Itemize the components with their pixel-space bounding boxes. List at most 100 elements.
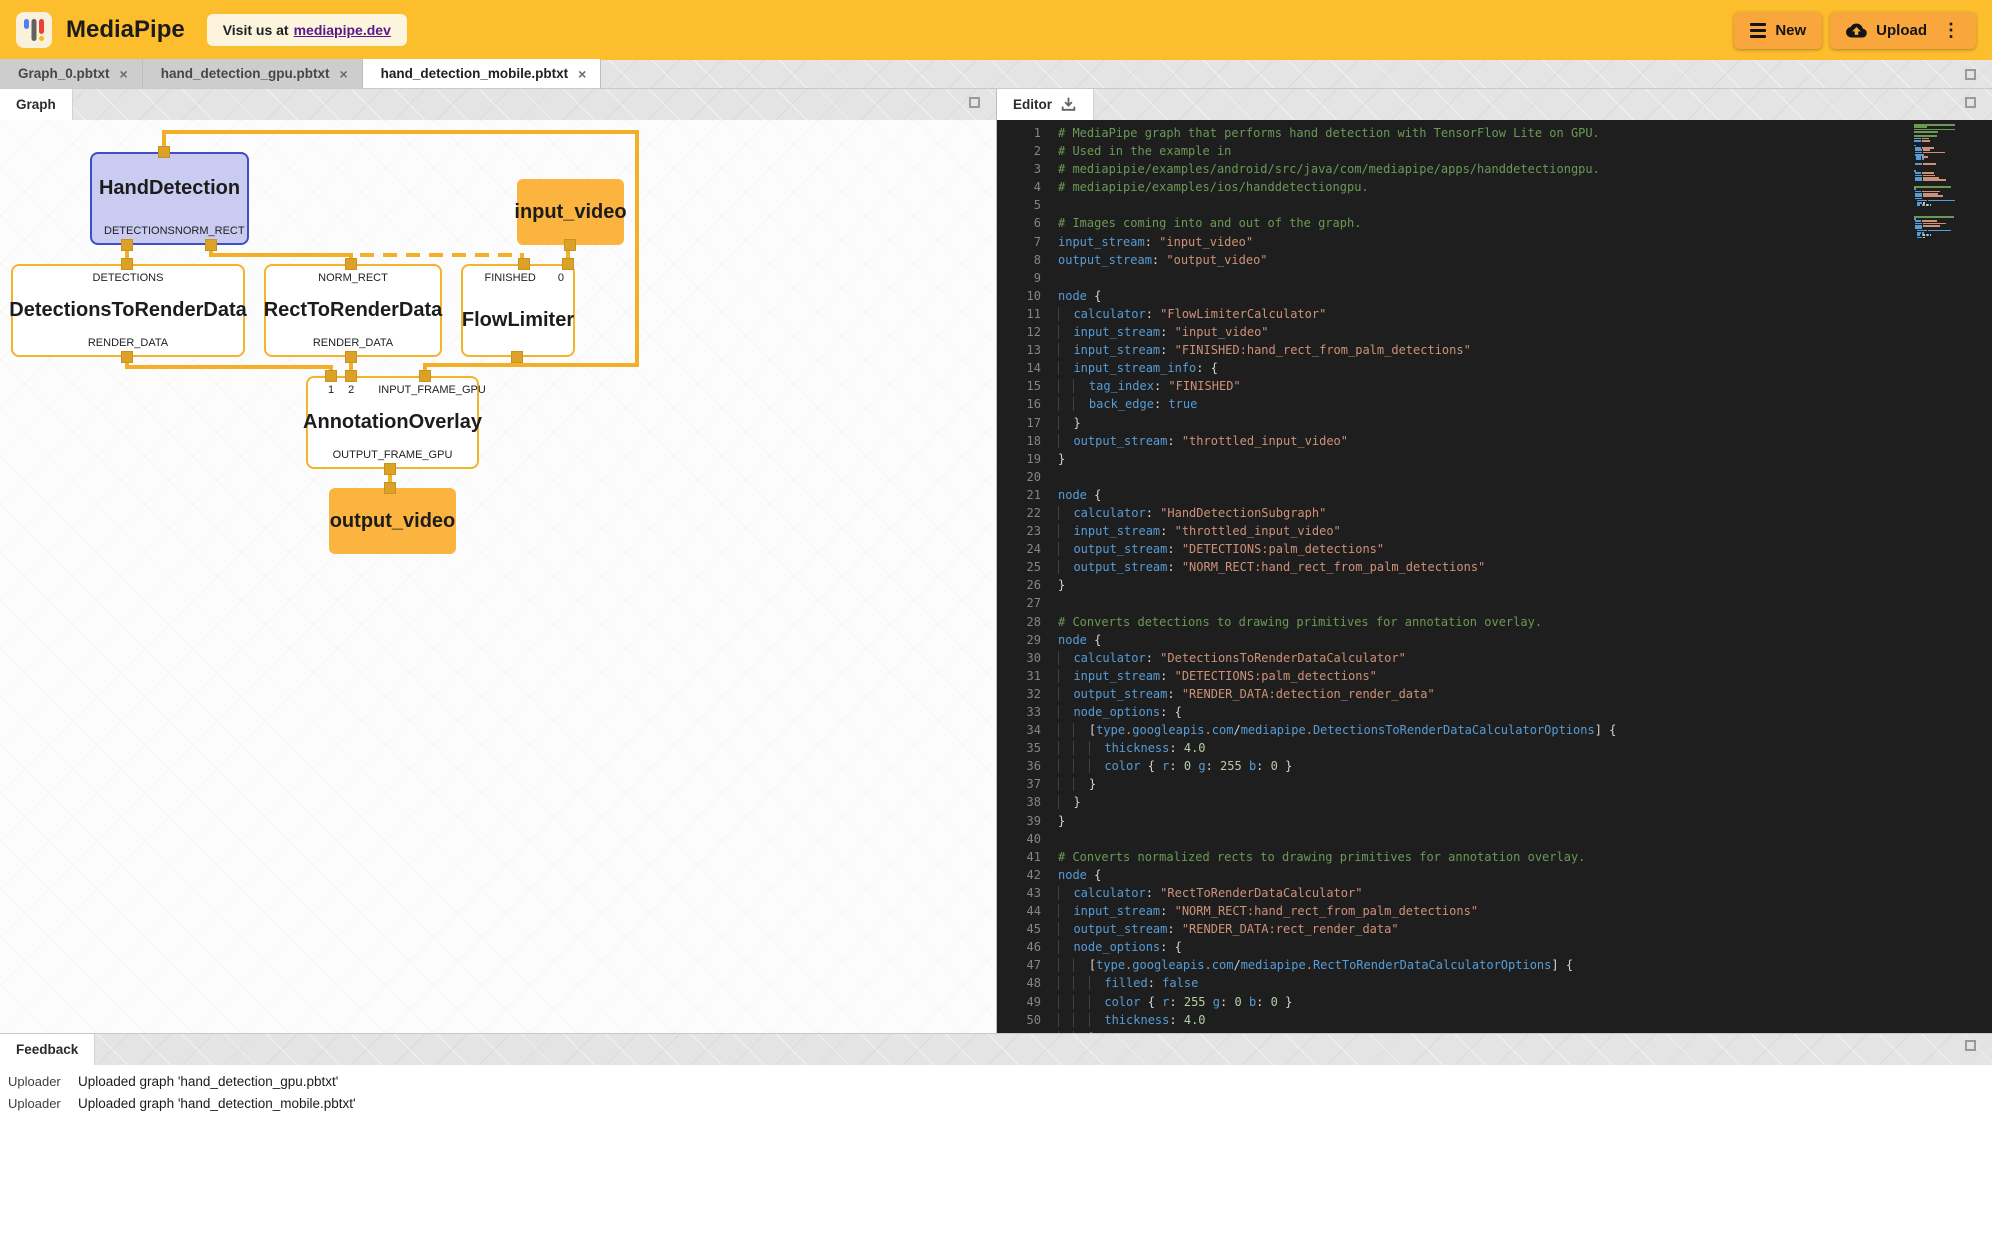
- graph-tab[interactable]: Graph: [0, 89, 73, 120]
- line-number: 18: [997, 432, 1041, 450]
- file-tab-Graph_0.pbtxt[interactable]: Graph_0.pbtxt×: [0, 59, 143, 88]
- code-line: 31 input_stream: "DETECTIONS:palm_detect…: [997, 667, 1992, 685]
- editor-panel: Editor 1# MediaPipe graph that performs …: [997, 89, 1992, 1033]
- code-line: 30 calculator: "DetectionsToRenderDataCa…: [997, 649, 1992, 667]
- feedback-tab[interactable]: Feedback: [0, 1034, 95, 1065]
- popout-icon[interactable]: [1965, 1040, 1976, 1051]
- upload-button[interactable]: Upload ⋮: [1830, 12, 1976, 49]
- code-line: 14 input_stream_info: {: [997, 359, 1992, 377]
- cloud-upload-icon: [1846, 20, 1867, 41]
- feedback-panel-strip: Feedback: [0, 1034, 1992, 1065]
- feedback-log: UploaderUploaded graph 'hand_detection_g…: [0, 1065, 1992, 1236]
- code-text: # Used in the example in: [1058, 142, 1231, 160]
- code-text: }: [1058, 576, 1065, 594]
- line-number: 26: [997, 576, 1041, 594]
- code-line: 2# Used in the example in: [997, 142, 1992, 160]
- popout-icon[interactable]: [1965, 97, 1976, 108]
- port-label: NORM_RECT: [175, 225, 245, 237]
- feedback-source: Uploader: [8, 1096, 72, 1111]
- node-title: RectToRenderData: [266, 286, 440, 335]
- new-button[interactable]: New: [1734, 12, 1822, 49]
- code-line: 33 node_options: {: [997, 703, 1992, 721]
- code-line: 50 thickness: 4.0: [997, 1011, 1992, 1029]
- graph-panel-strip: Graph: [0, 89, 996, 120]
- mediapipe-dev-link[interactable]: mediapipe.dev: [294, 22, 391, 38]
- tab-close-icon[interactable]: ×: [339, 67, 347, 81]
- app-header: MediaPipe Visit us at mediapipe.dev New …: [0, 0, 1992, 60]
- editor-tab[interactable]: Editor: [997, 89, 1094, 120]
- code-text: }: [1058, 450, 1065, 468]
- code-text: # mediapipie/examples/android/src/java/c…: [1058, 160, 1600, 178]
- code-text: tag_index: "FINISHED": [1058, 377, 1241, 395]
- editor-minimap[interactable]: [1914, 124, 1976, 241]
- graph-node-input_video[interactable]: input_video: [517, 179, 624, 245]
- code-line: 48 filled: false: [997, 974, 1992, 992]
- file-tab-hand_detection_mobile.pbtxt[interactable]: hand_detection_mobile.pbtxt×: [363, 59, 602, 88]
- graph-node-output_video[interactable]: output_video: [329, 488, 456, 554]
- graph-edge: [423, 363, 519, 367]
- node-bottom-ports: DETECTIONSNORM_RECT: [92, 223, 247, 243]
- line-number: 47: [997, 956, 1041, 974]
- line-number: 20: [997, 468, 1041, 486]
- line-number: 9: [997, 269, 1041, 287]
- code-line: 8output_stream: "output_video": [997, 251, 1992, 269]
- tab-close-icon[interactable]: ×: [120, 67, 128, 81]
- download-icon[interactable]: [1060, 96, 1077, 113]
- node-title: DetectionsToRenderData: [13, 286, 243, 335]
- line-number: 50: [997, 1011, 1041, 1029]
- feedback-row: Uploader Uploaded graph 'hand_detection_m…: [8, 1096, 1984, 1111]
- popout-icon[interactable]: [1965, 69, 1976, 80]
- code-text: node {: [1058, 631, 1101, 649]
- code-line: 9: [997, 269, 1992, 287]
- code-line: 21node {: [997, 486, 1992, 504]
- graph-node-rect_to_render[interactable]: NORM_RECTRectToRenderDataRENDER_DATA: [264, 264, 442, 357]
- upload-menu-dots[interactable]: ⋮: [1942, 21, 1960, 39]
- graph-node-annotation_overlay[interactable]: 12INPUT_FRAME_GPUAnnotationOverlayOUTPUT…: [306, 376, 479, 469]
- line-number: 30: [997, 649, 1041, 667]
- line-number: 48: [997, 974, 1041, 992]
- mediapipe-visualizer-window: MediaPipe Visit us at mediapipe.dev New …: [0, 0, 1992, 1236]
- line-number: 37: [997, 775, 1041, 793]
- graph-port: [121, 239, 133, 251]
- code-text: output_stream: "output_video": [1058, 251, 1268, 269]
- code-text: color { r: 255 g: 0 b: 0 }: [1058, 993, 1292, 1011]
- code-line: 35 thickness: 4.0: [997, 739, 1992, 757]
- port-label: OUTPUT_FRAME_GPU: [333, 449, 453, 461]
- port-label: INPUT_FRAME_GPU: [378, 384, 486, 396]
- code-text: calculator: "FlowLimiterCalculator": [1058, 305, 1326, 323]
- code-text: filled: false: [1058, 974, 1198, 992]
- feedback-message: Uploaded graph 'hand_detection_mobile.pb…: [78, 1096, 356, 1111]
- code-text: thickness: 4.0: [1058, 739, 1206, 757]
- code-line: 6# Images coming into and out of the gra…: [997, 214, 1992, 232]
- node-title: HandDetection: [92, 154, 247, 223]
- code-text: [1058, 830, 1065, 848]
- graph-port: [345, 258, 357, 270]
- code-line: 7input_stream: "input_video": [997, 233, 1992, 251]
- graph-port: [511, 351, 523, 363]
- line-number: 43: [997, 884, 1041, 902]
- port-label: DETECTIONS: [104, 225, 175, 237]
- graph-node-hand_detection[interactable]: HandDetectionDETECTIONSNORM_RECT: [90, 152, 249, 245]
- code-text: output_stream: "RENDER_DATA:detection_re…: [1058, 685, 1435, 703]
- line-number: 45: [997, 920, 1041, 938]
- line-number: 51: [997, 1029, 1041, 1033]
- port-label: 2: [348, 384, 354, 396]
- popout-icon[interactable]: [969, 97, 980, 108]
- code-text: }: [1058, 414, 1081, 432]
- graph-port: [564, 239, 576, 251]
- file-tab-strip: Graph_0.pbtxt×hand_detection_gpu.pbtxt×h…: [0, 60, 1992, 89]
- graph-canvas[interactable]: HandDetectionDETECTIONSNORM_RECTinput_vi…: [0, 120, 996, 1033]
- code-text: [type.googleapis.com/mediapipe.RectToRen…: [1058, 956, 1573, 974]
- code-line: 51 }: [997, 1029, 1992, 1033]
- visit-pill[interactable]: Visit us at mediapipe.dev: [207, 14, 407, 46]
- code-line: 28# Converts detections to drawing primi…: [997, 613, 1992, 631]
- tab-close-icon[interactable]: ×: [578, 67, 586, 81]
- line-number: 14: [997, 359, 1041, 377]
- code-editor[interactable]: 1# MediaPipe graph that performs hand de…: [997, 120, 1992, 1033]
- feedback-source: Uploader: [8, 1074, 72, 1089]
- graph-node-flow_limiter[interactable]: FINISHED0FlowLimiter: [461, 264, 575, 357]
- node-title: AnnotationOverlay: [308, 398, 477, 447]
- code-line: 23 input_stream: "throttled_input_video": [997, 522, 1992, 540]
- file-tab-hand_detection_gpu.pbtxt[interactable]: hand_detection_gpu.pbtxt×: [143, 59, 363, 88]
- graph-node-detections_to_render[interactable]: DETECTIONSDetectionsToRenderDataRENDER_D…: [11, 264, 245, 357]
